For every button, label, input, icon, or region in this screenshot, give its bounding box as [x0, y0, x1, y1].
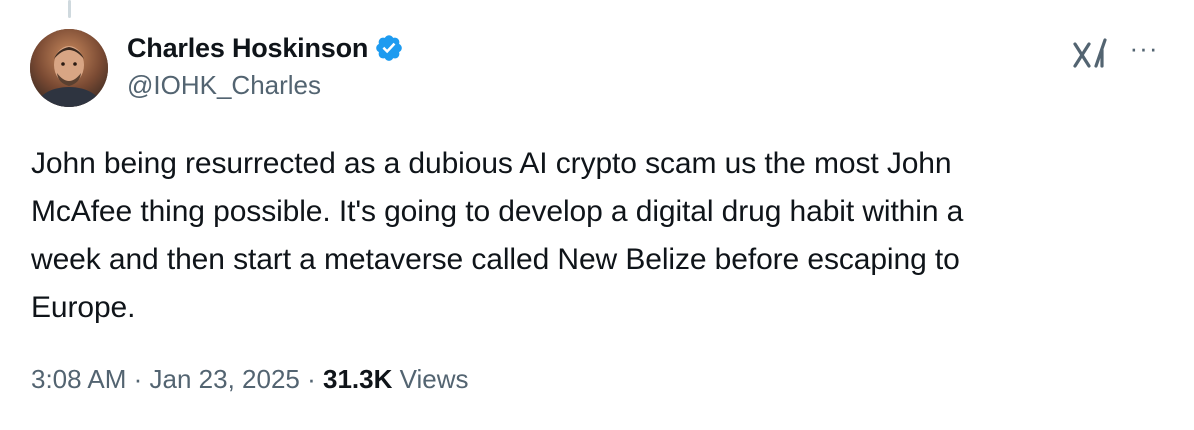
- tweet-text: John being resurrected as a dubious AI c…: [31, 147, 964, 324]
- tweet-time[interactable]: 3:08 AM: [31, 364, 126, 394]
- avatar-image: [30, 29, 108, 107]
- thread-connector-line: [68, 0, 71, 18]
- verified-badge-icon: [376, 35, 402, 61]
- name-row: Charles Hoskinson: [127, 30, 404, 66]
- meta-separator: ·: [126, 364, 150, 394]
- tweet-date[interactable]: Jan 23, 2025: [150, 364, 300, 394]
- avatar[interactable]: [30, 29, 108, 107]
- author-block: Charles Hoskinson @IOHK_Charles: [127, 30, 404, 101]
- meta-separator: ·: [299, 364, 323, 394]
- views-count[interactable]: 31.3K: [323, 364, 392, 394]
- tweet-meta: 3:08 AM · Jan 23, 2025 · 31.3K Views: [31, 364, 469, 395]
- grok-icon[interactable]: [1072, 36, 1110, 70]
- author-display-name[interactable]: Charles Hoskinson: [127, 33, 368, 64]
- author-handle[interactable]: @IOHK_Charles: [127, 70, 404, 101]
- views-label[interactable]: Views: [400, 364, 469, 394]
- more-options-icon[interactable]: ···: [1126, 35, 1162, 62]
